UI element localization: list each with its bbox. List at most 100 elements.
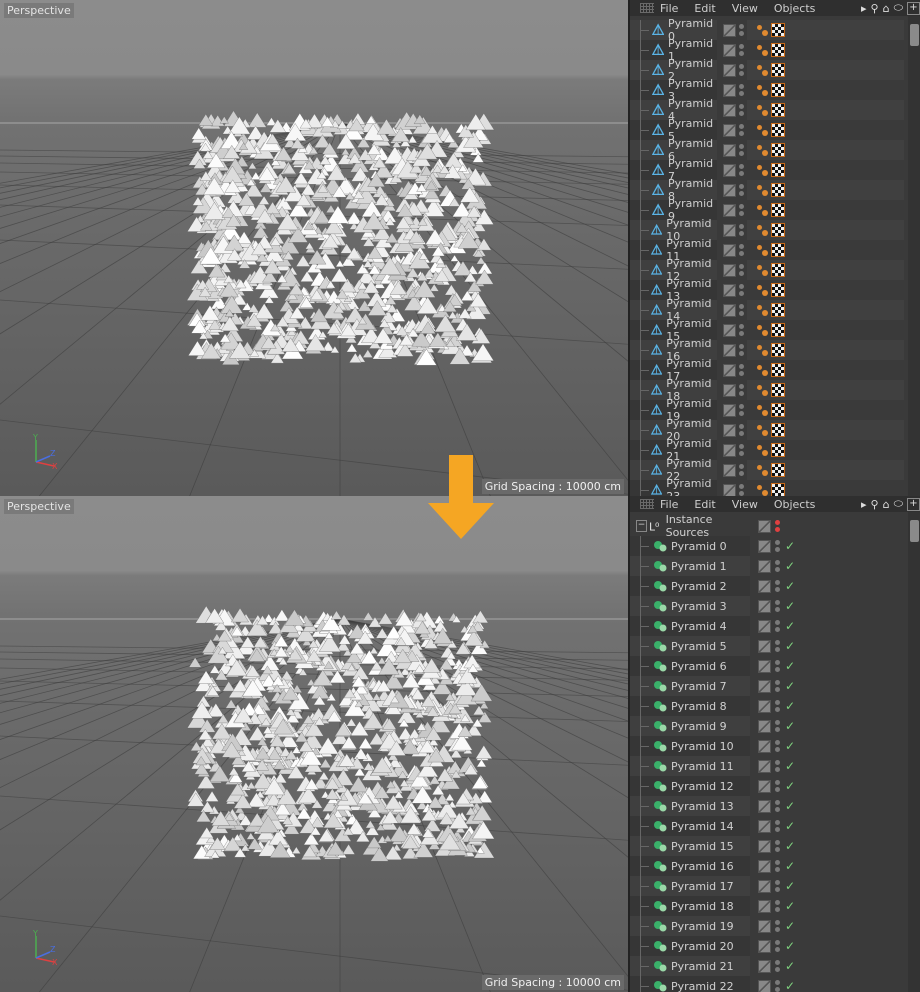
- list-item[interactable]: Pyramid 13 ✓: [630, 796, 904, 816]
- more-arrow-icon[interactable]: ▸: [861, 498, 867, 511]
- enabled-check-icon[interactable]: ✓: [785, 699, 795, 713]
- grip-icon[interactable]: [640, 499, 654, 509]
- material-tag-icon[interactable]: [770, 263, 785, 277]
- menu-file[interactable]: File: [660, 2, 678, 15]
- object-name[interactable]: Pyramid 9: [671, 720, 727, 733]
- enabled-check-icon[interactable]: ✓: [785, 639, 795, 653]
- render-dots[interactable]: [737, 324, 746, 336]
- list-item[interactable]: Pyramid 7 ✓: [630, 676, 904, 696]
- enabled-check-icon[interactable]: ✓: [785, 759, 795, 773]
- visibility-toggle[interactable]: [723, 340, 738, 360]
- material-tag-icon[interactable]: [770, 183, 785, 197]
- render-dots[interactable]: [772, 640, 782, 652]
- phong-tag-icon[interactable]: [756, 44, 769, 56]
- list-item[interactable]: Pyramid 6 ✓: [630, 656, 904, 676]
- phong-tag-icon[interactable]: [756, 84, 769, 96]
- phong-tag-icon[interactable]: [756, 384, 769, 396]
- phong-tag-icon[interactable]: [756, 284, 769, 296]
- visibility-toggle[interactable]: [723, 200, 738, 220]
- phong-tag-icon[interactable]: [756, 424, 769, 436]
- menu-objects[interactable]: Objects: [774, 498, 816, 511]
- viewport-bottom[interactable]: Perspective Grid Spacing : 10000 cm Y Z …: [0, 496, 628, 992]
- phong-tag-icon[interactable]: [756, 324, 769, 336]
- object-name[interactable]: Pyramid 12: [671, 780, 734, 793]
- material-tag-icon[interactable]: [770, 363, 785, 377]
- visibility-toggle[interactable]: [723, 80, 738, 100]
- material-tag-icon[interactable]: [770, 23, 785, 37]
- object-name[interactable]: Pyramid 0: [671, 540, 727, 553]
- material-tag-icon[interactable]: [770, 343, 785, 357]
- list-item[interactable]: Pyramid 1 ✓: [630, 556, 904, 576]
- render-dots[interactable]: [737, 24, 746, 36]
- render-dots[interactable]: [737, 144, 746, 156]
- list-item[interactable]: Pyramid 8 ✓: [630, 696, 904, 716]
- render-dots[interactable]: [737, 244, 746, 256]
- visibility-toggle[interactable]: [756, 616, 772, 636]
- visibility-toggle[interactable]: [756, 876, 772, 896]
- list-item[interactable]: Pyramid 2 ✓: [630, 576, 904, 596]
- list-item[interactable]: Pyramid 16 ✓: [630, 856, 904, 876]
- list-item-root[interactable]: − L⁰ Instance Sources: [630, 513, 904, 539]
- menu-file[interactable]: File: [660, 498, 678, 511]
- material-tag-icon[interactable]: [770, 163, 785, 177]
- list-item[interactable]: Pyramid 11 ✓: [630, 756, 904, 776]
- render-dots[interactable]: [772, 520, 782, 532]
- render-dots[interactable]: [737, 404, 746, 416]
- visibility-toggle[interactable]: [756, 736, 772, 756]
- scrollbar-thumb[interactable]: [910, 24, 919, 46]
- render-dots[interactable]: [737, 64, 746, 76]
- list-item[interactable]: Pyramid 12 ✓: [630, 776, 904, 796]
- render-dots[interactable]: [737, 424, 746, 436]
- material-tag-icon[interactable]: [770, 143, 785, 157]
- visibility-toggle[interactable]: [756, 596, 772, 616]
- render-dots[interactable]: [772, 880, 782, 892]
- phong-tag-icon[interactable]: [756, 64, 769, 76]
- phong-tag-icon[interactable]: [756, 344, 769, 356]
- material-tag-icon[interactable]: [770, 283, 785, 297]
- enabled-check-icon[interactable]: ✓: [785, 619, 795, 633]
- render-dots[interactable]: [772, 780, 782, 792]
- enabled-check-icon[interactable]: ✓: [785, 739, 795, 753]
- menu-edit[interactable]: Edit: [694, 2, 715, 15]
- render-dots[interactable]: [772, 580, 782, 592]
- render-dots[interactable]: [772, 760, 782, 772]
- object-name[interactable]: Pyramid 19: [671, 920, 734, 933]
- visibility-toggle[interactable]: [756, 796, 772, 816]
- material-tag-icon[interactable]: [770, 203, 785, 217]
- phong-tag-icon[interactable]: [756, 404, 769, 416]
- new-panel-icon[interactable]: +: [907, 497, 920, 511]
- enabled-check-icon[interactable]: ✓: [785, 719, 795, 733]
- visibility-toggle[interactable]: [756, 576, 772, 596]
- material-tag-icon[interactable]: [770, 383, 785, 397]
- object-name[interactable]: Pyramid 4: [671, 620, 727, 633]
- scrollbar[interactable]: [908, 16, 920, 496]
- object-name[interactable]: Pyramid 1: [671, 560, 727, 573]
- render-dots[interactable]: [737, 184, 746, 196]
- object-name[interactable]: Pyramid 8: [671, 700, 727, 713]
- visibility-toggle[interactable]: [756, 656, 772, 676]
- visibility-toggle[interactable]: [756, 956, 772, 976]
- material-tag-icon[interactable]: [770, 323, 785, 337]
- list-item[interactable]: Pyramid 20 ✓: [630, 936, 904, 956]
- phong-tag-icon[interactable]: [756, 184, 769, 196]
- phong-tag-icon[interactable]: [756, 204, 769, 216]
- enabled-check-icon[interactable]: ✓: [785, 799, 795, 813]
- enabled-check-icon[interactable]: ✓: [785, 819, 795, 833]
- material-tag-icon[interactable]: [770, 123, 785, 137]
- render-dots[interactable]: [772, 900, 782, 912]
- visibility-toggle[interactable]: [723, 400, 738, 420]
- phong-tag-icon[interactable]: [756, 224, 769, 236]
- object-name[interactable]: Pyramid 5: [671, 640, 727, 653]
- render-dots[interactable]: [737, 304, 746, 316]
- visibility-toggle[interactable]: [723, 460, 738, 480]
- render-dots[interactable]: [772, 820, 782, 832]
- list-item[interactable]: Pyramid 0 ✓: [630, 536, 904, 556]
- menu-objects[interactable]: Objects: [774, 2, 816, 15]
- render-dots[interactable]: [737, 364, 746, 376]
- visibility-toggle[interactable]: [756, 836, 772, 856]
- list-item[interactable]: Pyramid 4 ✓: [630, 616, 904, 636]
- phong-tag-icon[interactable]: [756, 444, 769, 456]
- render-dots[interactable]: [772, 860, 782, 872]
- menu-edit[interactable]: Edit: [694, 498, 715, 511]
- visibility-toggle[interactable]: [756, 696, 772, 716]
